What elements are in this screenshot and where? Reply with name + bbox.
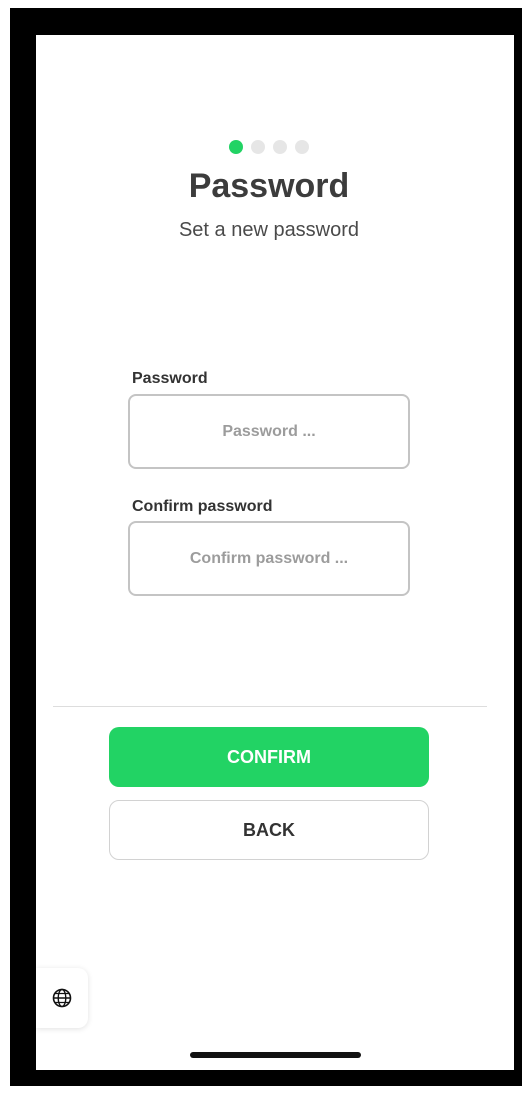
page-subtitle: Set a new password	[178, 219, 360, 241]
page-title: Password	[188, 167, 350, 205]
divider	[53, 706, 487, 707]
password-input[interactable]	[128, 394, 410, 469]
language-button[interactable]	[36, 968, 88, 1028]
step-progress-dots	[229, 140, 309, 154]
home-indicator	[190, 1052, 361, 1058]
back-button[interactable]: BACK	[109, 800, 429, 860]
confirm-password-label: Confirm password	[132, 498, 273, 515]
app-screen: Password Set a new password Password Con…	[36, 35, 514, 1070]
step-dot-3	[273, 140, 287, 154]
confirm-button[interactable]: CONFIRM	[109, 727, 429, 787]
confirm-password-input[interactable]	[128, 521, 410, 596]
page-background: Password Set a new password Password Con…	[0, 0, 531, 1094]
confirm-button-label: CONFIRM	[227, 746, 311, 767]
back-button-label: BACK	[243, 819, 295, 840]
step-dot-4	[295, 140, 309, 154]
password-label: Password	[132, 370, 208, 387]
step-dot-2	[251, 140, 265, 154]
globe-icon	[52, 988, 72, 1008]
step-dot-1	[229, 140, 243, 154]
